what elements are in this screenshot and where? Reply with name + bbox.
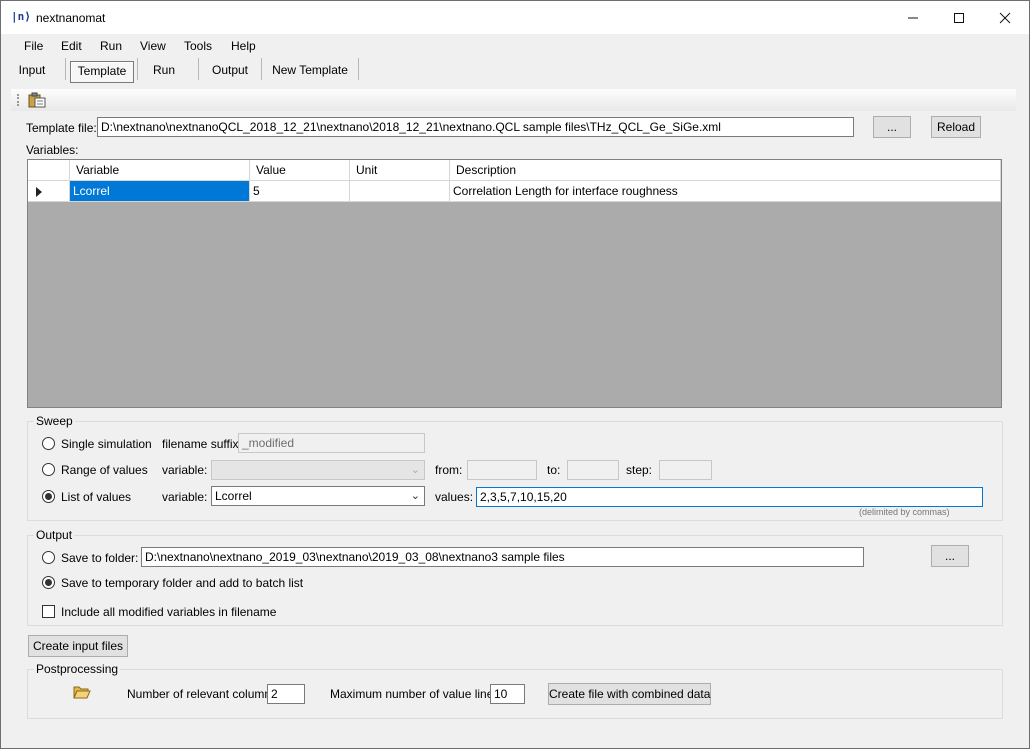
template-file-label: Template file: xyxy=(26,121,97,135)
include-variables-checkbox[interactable] xyxy=(42,605,55,618)
values-label: values: xyxy=(435,490,474,504)
from-input[interactable] xyxy=(467,460,537,480)
filename-suffix-input[interactable]: _modified xyxy=(238,433,425,453)
cell-description[interactable]: Correlation Length for interface roughne… xyxy=(450,181,1001,202)
cell-value[interactable]: 5 xyxy=(250,181,350,202)
tab-separator xyxy=(65,58,66,80)
relevant-column-label: Number of relevant column: xyxy=(127,687,275,701)
variables-grid[interactable]: Variable Value Unit Description Lcorrel … xyxy=(27,159,1002,408)
tab-template[interactable]: Template xyxy=(70,61,134,83)
to-label: to: xyxy=(547,463,561,477)
output-folder-input[interactable]: D:\nextnano\nextnano_2019_03\nextnano\20… xyxy=(141,547,864,567)
toolstrip-grip[interactable] xyxy=(17,94,21,106)
to-input[interactable] xyxy=(567,460,619,480)
title-bar: |n⟩ nextnanomat xyxy=(1,1,1029,34)
menu-view[interactable]: View xyxy=(140,39,166,53)
range-variable-label: variable: xyxy=(162,463,208,477)
tab-run[interactable]: Run xyxy=(147,61,181,81)
minimize-button[interactable] xyxy=(890,1,936,34)
menu-run[interactable]: Run xyxy=(100,39,122,53)
output-browse-button[interactable]: ... xyxy=(931,545,969,567)
create-combined-file-button[interactable]: Create file with combined data xyxy=(548,683,711,705)
single-simulation-label[interactable]: Single simulation xyxy=(61,437,152,451)
list-of-values-radio[interactable] xyxy=(42,490,55,503)
chevron-down-icon: ⌄ xyxy=(410,464,420,476)
range-of-values-radio[interactable] xyxy=(42,463,55,476)
current-row-arrow-icon xyxy=(36,187,42,197)
template-file-input[interactable]: D:\nextnano\nextnanoQCL_2018_12_21\nextn… xyxy=(97,117,854,137)
main-window: |n⟩ nextnanomat File Edit Run View Tools… xyxy=(0,0,1030,749)
close-icon xyxy=(999,12,1011,24)
menu-file[interactable]: File xyxy=(24,39,43,53)
step-label: step: xyxy=(626,463,653,477)
range-of-values-label[interactable]: Range of values xyxy=(61,463,148,477)
maximize-icon xyxy=(954,12,964,23)
tab-new-template[interactable]: New Template xyxy=(271,61,349,81)
tab-separator xyxy=(261,58,262,80)
filename-suffix-label: filename suffix: xyxy=(162,437,242,451)
tab-separator xyxy=(137,58,138,80)
column-header-description[interactable]: Description xyxy=(450,160,1001,181)
cell-variable[interactable]: Lcorrel xyxy=(70,181,250,202)
step-input[interactable] xyxy=(659,460,712,480)
max-value-lines-input[interactable]: 10 xyxy=(490,684,525,704)
chevron-down-icon: ⌄ xyxy=(410,490,420,502)
menu-tools[interactable]: Tools xyxy=(184,39,212,53)
save-to-folder-label[interactable]: Save to folder: xyxy=(61,551,138,565)
reload-button[interactable]: Reload xyxy=(931,116,981,138)
save-to-temp-label[interactable]: Save to temporary folder and add to batc… xyxy=(61,576,303,590)
values-input[interactable]: 2,3,5,7,10,15,20 xyxy=(476,487,983,507)
save-to-folder-radio[interactable] xyxy=(42,551,55,564)
include-variables-label[interactable]: Include all modified variables in filena… xyxy=(61,605,276,619)
list-variable-value: Lcorrel xyxy=(215,489,252,503)
grid-corner-header xyxy=(28,160,70,181)
save-to-temp-radio[interactable] xyxy=(42,576,55,589)
window-title: nextnanomat xyxy=(36,11,106,25)
range-variable-select[interactable]: ⌄ xyxy=(211,460,425,480)
relevant-column-input[interactable]: 2 xyxy=(267,684,305,704)
list-variable-select[interactable]: Lcorrel ⌄ xyxy=(211,486,425,506)
create-input-files-button[interactable]: Create input files xyxy=(28,635,128,657)
template-browse-button[interactable]: ... xyxy=(873,116,911,138)
sweep-group-title: Sweep xyxy=(34,414,75,428)
max-value-lines-label: Maximum number of value lines: xyxy=(330,687,503,701)
column-header-value[interactable]: Value xyxy=(250,160,350,181)
paste-template-icon[interactable] xyxy=(28,92,46,108)
tab-separator xyxy=(358,58,359,80)
cell-unit[interactable] xyxy=(350,181,450,202)
tab-input[interactable]: Input xyxy=(15,61,49,81)
app-icon: |n⟩ xyxy=(11,10,31,23)
menu-edit[interactable]: Edit xyxy=(61,39,82,53)
column-header-variable[interactable]: Variable xyxy=(70,160,250,181)
variables-label: Variables: xyxy=(26,143,79,157)
from-label: from: xyxy=(435,463,463,477)
menu-help[interactable]: Help xyxy=(231,39,256,53)
tab-separator xyxy=(198,58,199,80)
postprocessing-group-title: Postprocessing xyxy=(34,662,121,676)
output-group-title: Output xyxy=(34,528,75,542)
row-header[interactable] xyxy=(28,181,70,202)
list-of-values-label[interactable]: List of values xyxy=(61,490,131,504)
single-simulation-radio[interactable] xyxy=(42,437,55,450)
folder-open-icon[interactable] xyxy=(73,685,91,699)
tool-strip xyxy=(11,89,1016,111)
minimize-icon xyxy=(908,17,918,19)
maximize-button[interactable] xyxy=(936,1,982,34)
tab-output[interactable]: Output xyxy=(208,61,252,81)
close-button[interactable] xyxy=(982,1,1028,34)
values-hint: (delimited by commas) xyxy=(859,507,950,517)
column-header-unit[interactable]: Unit xyxy=(350,160,450,181)
list-variable-label: variable: xyxy=(162,490,208,504)
